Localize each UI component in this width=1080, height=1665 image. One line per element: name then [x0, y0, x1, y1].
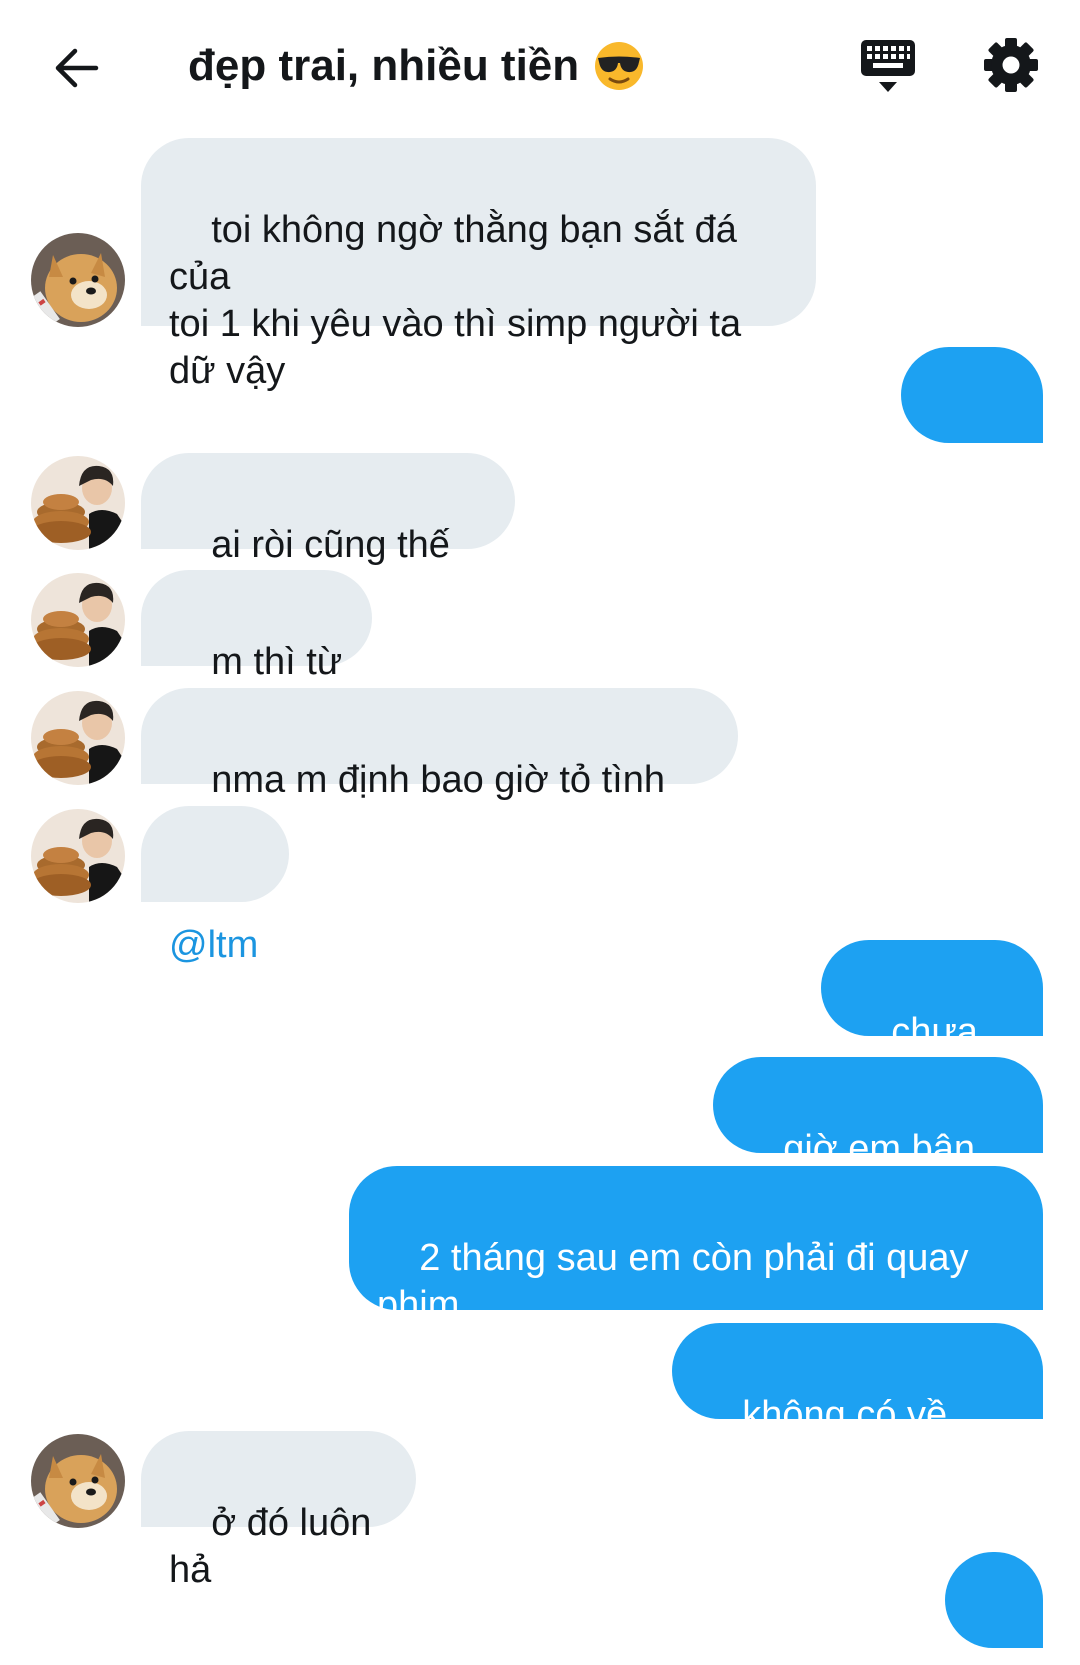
- message-bubble-incoming[interactable]: ở đó luôn hả: [141, 1431, 416, 1591]
- shiba-dog-avatar-icon: [31, 233, 125, 327]
- sunglasses-face-emoji-icon: [595, 42, 644, 90]
- keyboard-shortcuts-button[interactable]: [855, 36, 921, 98]
- avatar[interactable]: [31, 1434, 125, 1528]
- message-bubble-outgoing[interactable]: không có về được: [672, 1323, 1043, 1483]
- person-with-cake-avatar-icon: [31, 809, 125, 903]
- avatar[interactable]: [31, 691, 125, 785]
- message-bubble-outgoing[interactable]: 2 tháng sau em còn phải đi quay phim: [349, 1166, 1043, 1326]
- person-with-cake-avatar-icon: [31, 456, 125, 550]
- avatar[interactable]: [31, 456, 125, 550]
- back-button[interactable]: [44, 36, 108, 100]
- avatar[interactable]: [31, 573, 125, 667]
- conversation-title[interactable]: đẹp trai, nhiều tiền: [188, 34, 645, 98]
- message-text: =))))): [929, 465, 1015, 507]
- avatar[interactable]: [31, 809, 125, 903]
- message-bubble-incoming[interactable]: @ltm: [141, 806, 289, 966]
- conversation-header: đẹp trai, nhiều tiền: [0, 0, 1080, 130]
- message-bubble-incoming[interactable]: ai ròi cũng thế thoi: [141, 453, 515, 613]
- message-bubble-incoming[interactable]: nma m định bao giờ tỏ tình thế: [141, 688, 738, 848]
- person-with-cake-avatar-icon: [31, 691, 125, 785]
- message-bubble-incoming[interactable]: toi không ngờ thằng bạn sắt đá của toi 1…: [141, 138, 816, 392]
- avatar[interactable]: [31, 233, 125, 327]
- keyboard-icon: [861, 40, 915, 92]
- gear-icon: [984, 38, 1038, 92]
- message-bubble-outgoing[interactable]: giờ em bận quá: [713, 1057, 1043, 1217]
- message-text: 2 tháng sau em còn phải đi quay phim: [377, 1237, 969, 1326]
- arrow-left-icon: [55, 48, 99, 88]
- message-text: không có về được: [700, 1394, 958, 1483]
- shiba-dog-avatar-icon: [31, 1434, 125, 1528]
- message-bubble-outgoing[interactable]: ùa: [945, 1552, 1043, 1648]
- message-text: toi không ngờ thằng bạn sắt đá của toi 1…: [169, 209, 742, 392]
- dm-conversation-screen: đẹp trai, nhiều tiền toi không ngờ thằng…: [0, 0, 1080, 1665]
- conversation-settings-button[interactable]: [982, 36, 1040, 94]
- message-bubble-outgoing[interactable]: chưa đâu: [821, 940, 1043, 1100]
- mention-link[interactable]: @ltm: [169, 924, 258, 966]
- conversation-title-text: đẹp trai, nhiều tiền: [188, 41, 580, 90]
- message-bubble-outgoing[interactable]: =))))): [901, 347, 1043, 507]
- person-with-cake-avatar-icon: [31, 573, 125, 667]
- message-text: ở đó luôn hả: [169, 1502, 382, 1591]
- message-bubble-incoming[interactable]: m thì từ từ: [141, 570, 372, 730]
